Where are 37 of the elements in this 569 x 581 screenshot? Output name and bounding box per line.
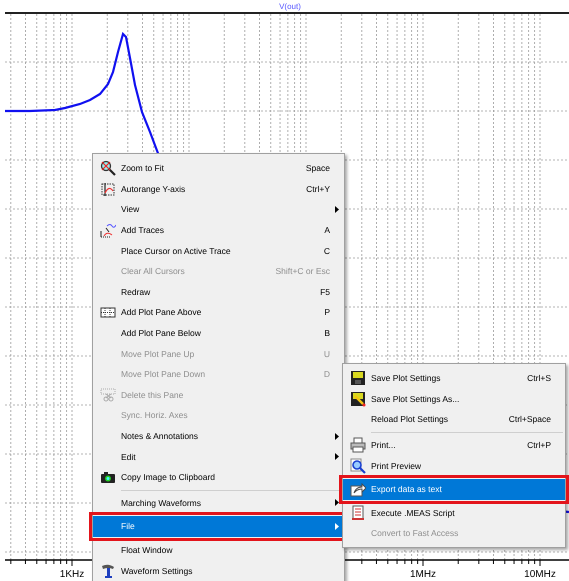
axis-tick-label: 1MHz bbox=[410, 569, 436, 580]
menu-item[interactable]: Reload Plot Settings Ctrl+Space bbox=[343, 409, 565, 430]
menu-item[interactable]: Add Plot Pane Below B bbox=[93, 322, 344, 344]
menu-item[interactable]: Redraw F5 bbox=[93, 282, 344, 302]
menu-item[interactable]: Float Window bbox=[93, 540, 344, 560]
add-traces-icon bbox=[100, 222, 116, 238]
menu-item[interactable]: Waveform Settings bbox=[93, 560, 344, 581]
axis-tick-label: 1KHz bbox=[60, 569, 84, 580]
camera-icon bbox=[100, 469, 116, 486]
menu-item[interactable]: Save Plot Settings Ctrl+S bbox=[343, 368, 565, 389]
trace-label: V(out) bbox=[279, 2, 301, 11]
menu-item[interactable]: Copy Image to Clipboard bbox=[93, 466, 344, 488]
menu-item[interactable]: Marching Waveforms bbox=[93, 492, 344, 514]
menu-item[interactable]: Notes & Annotations bbox=[93, 426, 344, 446]
menu-item[interactable]: Place Cursor on Active Trace C bbox=[93, 240, 344, 261]
magnifier-icon bbox=[350, 458, 366, 474]
autorange-icon bbox=[100, 180, 116, 197]
printer-icon bbox=[350, 437, 366, 454]
menu-item[interactable]: File bbox=[93, 516, 344, 537]
menu-item[interactable]: Save Plot Settings As... bbox=[343, 388, 565, 410]
delete-pane-icon bbox=[100, 386, 116, 403]
floppy-disk-pencil-icon bbox=[350, 390, 366, 407]
axis-tick-label: 10MHz bbox=[524, 569, 556, 580]
menu-item[interactable]: Zoom to Fit Space bbox=[93, 158, 344, 179]
script-icon bbox=[350, 504, 366, 521]
zoom-icon bbox=[100, 160, 116, 176]
menu-item[interactable]: Print Preview bbox=[343, 455, 565, 476]
menu-item[interactable]: Execute .MEAS Script bbox=[343, 502, 565, 524]
menu-item[interactable]: Autorange Y-axis Ctrl+Y bbox=[93, 178, 344, 200]
menu-item[interactable]: Export data as text bbox=[343, 478, 565, 500]
export-icon bbox=[350, 481, 366, 498]
hammer-icon bbox=[100, 562, 116, 579]
menu-item[interactable]: Add Plot Pane Above P bbox=[93, 302, 344, 323]
menu-item[interactable]: Edit bbox=[93, 446, 344, 467]
menu-item[interactable]: View bbox=[93, 199, 344, 220]
menu-item[interactable]: Print... Ctrl+P bbox=[343, 434, 565, 456]
menu-item[interactable]: Add Traces A bbox=[93, 220, 344, 240]
